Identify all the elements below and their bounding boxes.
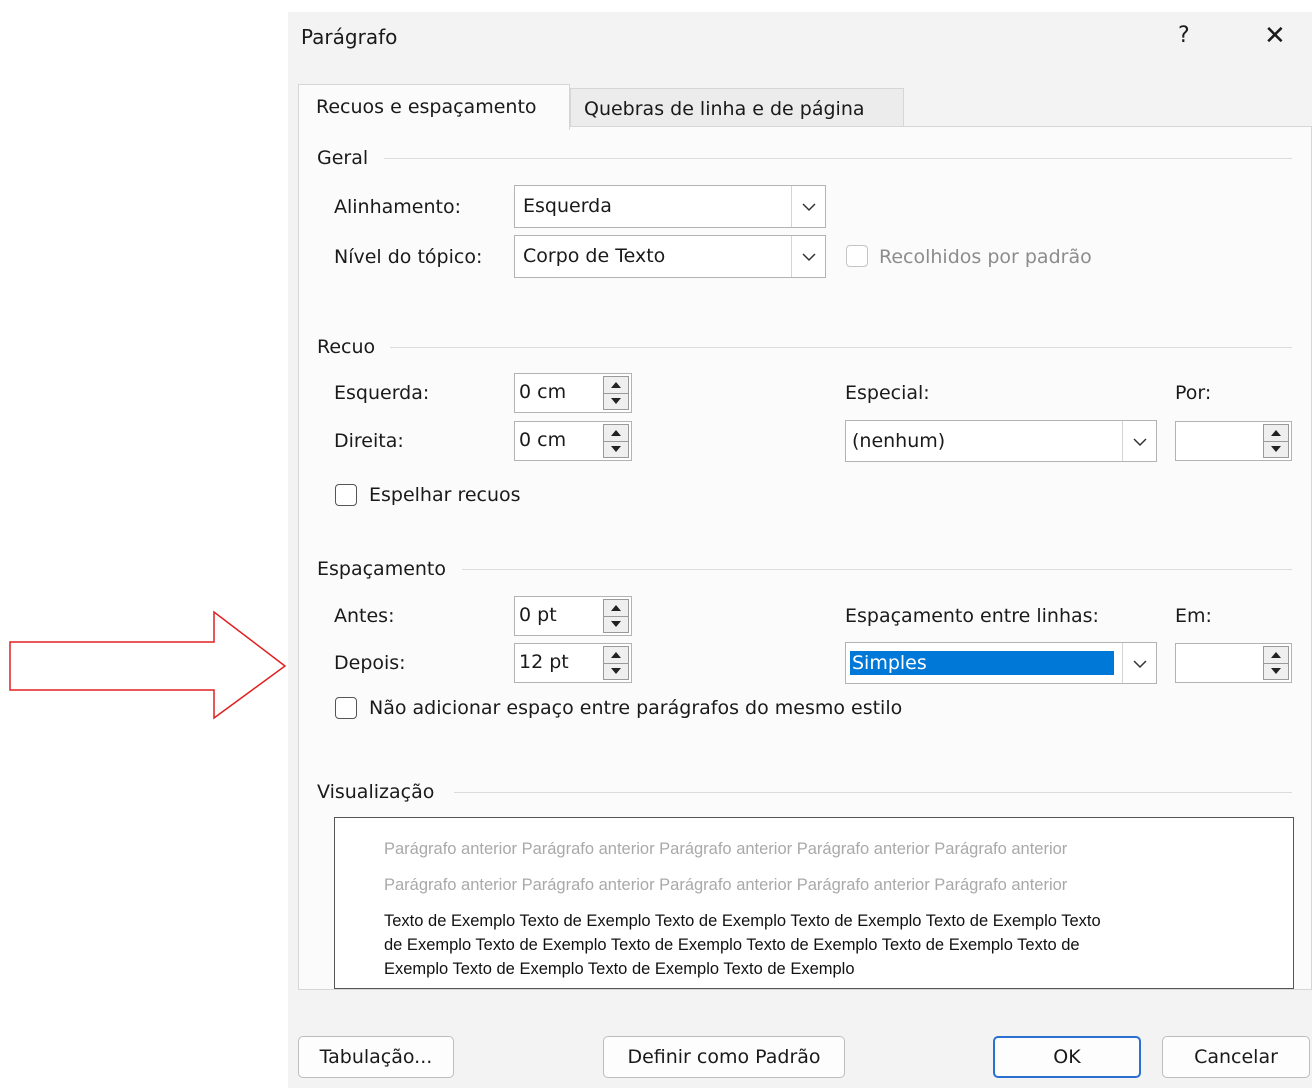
preview-sample-line: de Exemplo Texto de Exemplo Texto de Exe… bbox=[384, 936, 1080, 954]
preview-previous-line: Parágrafo anterior Parágrafo anterior Pa… bbox=[384, 876, 1068, 894]
entre-linhas-label: Espaçamento entre linhas: bbox=[845, 605, 1099, 627]
nivel-value: Corpo de Texto bbox=[523, 245, 666, 267]
direita-value: 0 cm bbox=[519, 429, 567, 451]
em-label: Em: bbox=[1175, 605, 1212, 627]
antes-label: Antes: bbox=[334, 605, 395, 627]
definir-padrao-button[interactable]: Definir como Padrão bbox=[603, 1036, 845, 1078]
depois-value: 12 pt bbox=[519, 651, 569, 673]
alinhamento-value: Esquerda bbox=[523, 195, 612, 217]
group-visualizacao-divider bbox=[454, 792, 1292, 793]
help-button[interactable]: ? bbox=[1178, 24, 1190, 48]
espelhar-label: Espelhar recuos bbox=[369, 484, 521, 506]
cancel-button[interactable]: Cancelar bbox=[1162, 1036, 1310, 1078]
entre-linhas-select[interactable]: Simples bbox=[845, 642, 1157, 684]
nivel-select[interactable]: Corpo de Texto bbox=[514, 235, 826, 278]
dialog-title: Parágrafo bbox=[301, 25, 398, 49]
tab-quebras[interactable]: Quebras de linha e de página bbox=[570, 88, 904, 126]
nao-adicionar-label: Não adicionar espaço entre parágrafos do… bbox=[369, 697, 903, 719]
alinhamento-label: Alinhamento: bbox=[334, 196, 461, 218]
entre-linhas-value: Simples bbox=[850, 651, 1114, 675]
nivel-label: Nível do tópico: bbox=[334, 246, 483, 268]
spin-buttons[interactable] bbox=[603, 599, 629, 633]
preview-box: Parágrafo anterior Parágrafo anterior Pa… bbox=[334, 817, 1294, 989]
group-visualizacao-header: Visualização bbox=[317, 781, 435, 803]
especial-label: Especial: bbox=[845, 382, 930, 404]
depois-label: Depois: bbox=[334, 652, 406, 674]
preview-previous-line: Parágrafo anterior Parágrafo anterior Pa… bbox=[384, 840, 1068, 858]
chevron-down-icon[interactable] bbox=[791, 186, 825, 227]
spin-buttons[interactable] bbox=[1263, 646, 1289, 680]
direita-label: Direita: bbox=[334, 430, 404, 452]
alinhamento-select[interactable]: Esquerda bbox=[514, 185, 826, 228]
recolhidos-label: Recolhidos por padrão bbox=[879, 246, 1092, 268]
especial-select[interactable]: (nenhum) bbox=[845, 420, 1157, 462]
espelhar-checkbox[interactable] bbox=[335, 484, 357, 506]
spin-buttons[interactable] bbox=[603, 424, 629, 458]
em-spinner[interactable] bbox=[1175, 643, 1292, 683]
spin-buttons[interactable] bbox=[1263, 424, 1289, 458]
ok-button[interactable]: OK bbox=[993, 1036, 1141, 1078]
group-espacamento-header: Espaçamento bbox=[317, 558, 447, 580]
spin-buttons[interactable] bbox=[603, 376, 629, 410]
depois-spinner[interactable]: 12 pt bbox=[514, 643, 632, 683]
esquerda-label: Esquerda: bbox=[334, 382, 430, 404]
preview-sample-line: Texto de Exemplo Texto de Exemplo Texto … bbox=[384, 912, 1101, 930]
group-geral-header: Geral bbox=[317, 147, 369, 169]
tabulacao-button[interactable]: Tabulação... bbox=[298, 1036, 454, 1078]
por-spinner[interactable] bbox=[1175, 421, 1292, 461]
tab-quebras-label: Quebras de linha e de página bbox=[584, 98, 865, 120]
preview-sample-line: Exemplo Texto de Exemplo Texto de Exempl… bbox=[384, 960, 855, 978]
group-recuo-divider bbox=[390, 347, 1292, 348]
close-icon[interactable]: ✕ bbox=[1264, 22, 1286, 50]
group-geral-divider bbox=[384, 158, 1292, 159]
nao-adicionar-checkbox[interactable] bbox=[335, 697, 357, 719]
esquerda-spinner[interactable]: 0 cm bbox=[514, 373, 632, 413]
por-label: Por: bbox=[1175, 382, 1212, 404]
tab-recuos-label: Recuos e espaçamento bbox=[316, 96, 537, 118]
antes-value: 0 pt bbox=[519, 604, 557, 626]
annotation-arrow bbox=[9, 610, 287, 720]
chevron-down-icon[interactable] bbox=[1122, 421, 1156, 461]
direita-spinner[interactable]: 0 cm bbox=[514, 421, 632, 461]
antes-spinner[interactable]: 0 pt bbox=[514, 596, 632, 636]
group-recuo-header: Recuo bbox=[317, 336, 376, 358]
spin-buttons[interactable] bbox=[603, 646, 629, 680]
chevron-down-icon[interactable] bbox=[1122, 643, 1156, 683]
chevron-down-icon[interactable] bbox=[791, 236, 825, 277]
esquerda-value: 0 cm bbox=[519, 381, 567, 403]
tab-recuos[interactable]: Recuos e espaçamento bbox=[298, 84, 570, 130]
especial-value: (nenhum) bbox=[852, 430, 946, 452]
recolhidos-checkbox[interactable] bbox=[846, 245, 868, 267]
group-espacamento-divider bbox=[462, 569, 1292, 570]
